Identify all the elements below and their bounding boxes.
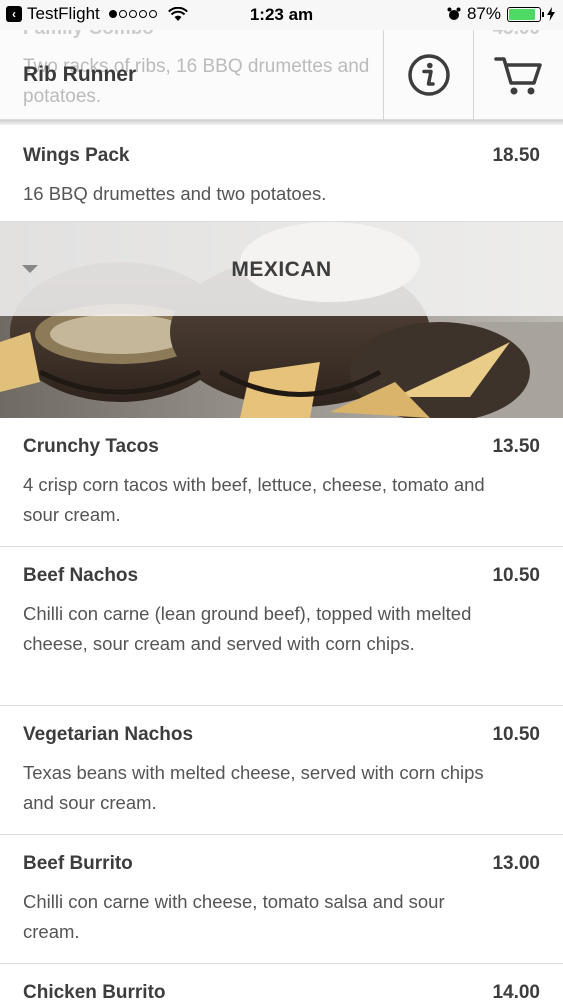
item-price: 10.50 [492,724,540,745]
item-name: Crunchy Tacos [23,436,159,457]
menu-item[interactable]: Beef Burrito 13.00 Chilli con carne with… [0,835,563,964]
app-header: Family Combo 45.00 Two racks of ribs, 16… [0,18,563,120]
restaurant-title: Rib Runner [23,63,137,86]
info-button[interactable] [383,30,473,120]
item-description: Chilli con carne (lean ground beef), top… [23,603,472,654]
item-name: Beef Nachos [23,565,139,586]
info-icon [407,54,450,96]
item-name: Wings Pack [23,145,130,166]
item-name: Beef Burrito [23,853,133,874]
menu-item[interactable]: Wings Pack 18.50 16 BBQ drumettes and tw… [0,125,563,222]
item-description: 4 crisp corn tacos with beef, lettuce, c… [23,474,485,525]
cart-button[interactable] [473,30,563,120]
battery-percent: 87% [466,4,501,23]
category-header-mexican[interactable]: MEXICAN [0,222,563,418]
menu-item[interactable]: Chicken Burrito 14.00 [0,964,563,1000]
menu-item[interactable]: Vegetarian Nachos 10.50 Texas beans with… [0,706,563,835]
item-name: Vegetarian Nachos [23,724,194,745]
item-description: 16 BBQ drumettes and two potatoes. [23,183,327,204]
status-right: 87% [447,4,555,24]
status-bar: ‹ TestFlight 1:23 am 87% [0,0,563,30]
category-title: MEXICAN [231,258,332,281]
item-price: 13.50 [492,436,540,457]
item-description: Texas beans with melted cheese, served w… [23,762,484,813]
item-price: 10.50 [492,565,540,586]
charging-bolt-icon [547,7,555,21]
item-price: 18.50 [492,145,540,166]
menu-item[interactable]: Beef Nachos 10.50 Chilli con carne (lean… [0,547,563,706]
header-divider [0,120,563,125]
menu-item[interactable]: Crunchy Tacos 13.50 4 crisp corn tacos w… [0,418,563,547]
battery-icon [507,6,544,22]
item-price: 14.00 [492,982,540,1000]
alarm-icon [447,7,461,20]
item-description: Chilli con carne with cheese, tomato sal… [23,891,445,942]
cart-icon [493,57,542,95]
item-name: Chicken Burrito [23,982,166,1000]
item-price: 13.00 [492,853,540,874]
